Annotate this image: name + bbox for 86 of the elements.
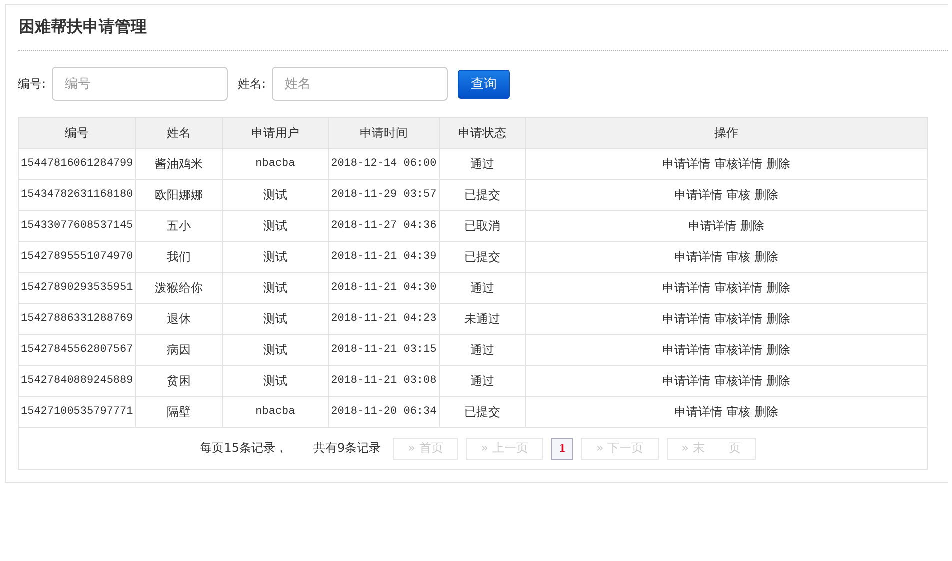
action-link[interactable]: 申请详情 [662, 342, 711, 356]
field-label: 编号: [18, 76, 46, 92]
table-cell: nbacba [222, 396, 329, 428]
table-cell: 15427840889245889 [18, 366, 136, 396]
table-cell: 已取消 [439, 210, 526, 242]
table-cell: 病因 [136, 334, 222, 366]
table-cell: 通过 [439, 148, 526, 180]
table-cell: 2018-11-21 03:15 [328, 334, 440, 366]
table-cell: 2018-11-21 04:30 [328, 272, 440, 304]
action-link[interactable]: 审核详情 [714, 374, 763, 388]
action-link[interactable]: 审核详情 [714, 342, 763, 356]
action-link[interactable]: 审核 [726, 250, 751, 264]
table-cell: 已提交 [439, 242, 526, 272]
action-link[interactable]: 申请详情 [674, 188, 723, 202]
action-link[interactable]: 审核详情 [714, 312, 763, 326]
action-link[interactable]: 删除 [766, 156, 791, 170]
table-cell: 通过 [439, 272, 526, 304]
action-link[interactable]: 申请详情 [662, 312, 711, 326]
table-cell: 测试 [222, 242, 329, 272]
table-cell: 2018-12-14 06:00 [328, 148, 440, 180]
action-link[interactable]: 申请详情 [674, 250, 723, 264]
action-link[interactable]: 申请详情 [688, 218, 737, 232]
action-link[interactable]: 删除 [754, 404, 779, 418]
table-cell: 15427845562807567 [18, 334, 136, 366]
table-cell: 泼猴给你 [136, 272, 222, 304]
column-header: 申请时间 [328, 118, 440, 148]
column-header: 编号 [18, 118, 136, 148]
per-page-text: 每页15条记录， [200, 440, 288, 457]
field-label: 姓名: [238, 76, 266, 92]
search-button[interactable]: 查询 [458, 70, 510, 98]
action-link[interactable]: 申请详情 [662, 156, 711, 170]
table-cell: 欧阳娜娜 [136, 180, 222, 210]
table-cell: 测试 [222, 334, 329, 366]
table-cell: 酱油鸡米 [136, 148, 222, 180]
action-link[interactable]: 删除 [754, 188, 779, 202]
table-cell: 隔壁 [136, 396, 222, 428]
table-cell: nbacba [222, 148, 329, 180]
table-cell: 测试 [222, 210, 329, 242]
pager-button[interactable]: 1 [551, 438, 574, 460]
input-field[interactable]: 编号 [52, 67, 228, 101]
table-cell: 2018-11-21 04:39 [328, 242, 440, 272]
table-cell: 未通过 [439, 304, 526, 334]
action-link[interactable]: 审核 [726, 188, 751, 202]
page-title: 困难帮扶申请管理 [18, 5, 948, 51]
action-link[interactable]: 删除 [754, 250, 779, 264]
action-link[interactable]: 申请详情 [662, 374, 711, 388]
table-cell: 15447816061284799 [18, 148, 136, 180]
table-cell: 2018-11-21 04:23 [328, 304, 440, 334]
action-link[interactable]: 申请详情 [662, 280, 711, 294]
table-cell: 测试 [222, 304, 329, 334]
input-field[interactable]: 姓名 [272, 67, 448, 101]
column-header: 操作 [526, 118, 928, 148]
table-cell: 2018-11-20 06:34 [328, 396, 440, 428]
table-cell: 2018-11-27 04:36 [328, 210, 440, 242]
table-cell: 测试 [222, 180, 329, 210]
table-cell: 我们 [136, 242, 222, 272]
action-link[interactable]: 删除 [766, 374, 791, 388]
table-cell: 15427100535797771 [18, 396, 136, 428]
table-cell: 退休 [136, 304, 222, 334]
action-link[interactable]: 删除 [740, 218, 765, 232]
action-link[interactable]: 删除 [766, 312, 791, 326]
column-header: 姓名 [136, 118, 222, 148]
column-header: 申请状态 [439, 118, 526, 148]
table-cell: 15427890293535951 [18, 272, 136, 304]
action-link[interactable]: 删除 [766, 342, 791, 356]
total-text: 共有9条记录 [314, 440, 382, 457]
table-cell: 15434782631168180 [18, 180, 136, 210]
table-cell: 15433077608537145 [18, 210, 136, 242]
table-cell: 2018-11-29 03:57 [328, 180, 440, 210]
action-link[interactable]: 审核详情 [714, 156, 763, 170]
action-link[interactable]: 审核详情 [714, 280, 763, 294]
table-cell: 通过 [439, 334, 526, 366]
action-link[interactable]: 申请详情 [674, 404, 723, 418]
table-cell: 15427895551074970 [18, 242, 136, 272]
column-header: 申请用户 [222, 118, 329, 148]
table-cell: 已提交 [439, 180, 526, 210]
action-link[interactable]: 审核 [726, 404, 751, 418]
table-cell: 测试 [222, 272, 329, 304]
table-cell: 15427886331288769 [18, 304, 136, 334]
table-cell: 2018-11-21 03:08 [328, 366, 440, 396]
table-cell: 测试 [222, 366, 329, 396]
table-cell: 已提交 [439, 396, 526, 428]
table-cell: 五小 [136, 210, 222, 242]
table-cell: 贫困 [136, 366, 222, 396]
action-link[interactable]: 删除 [766, 280, 791, 294]
table-cell: 通过 [439, 366, 526, 396]
